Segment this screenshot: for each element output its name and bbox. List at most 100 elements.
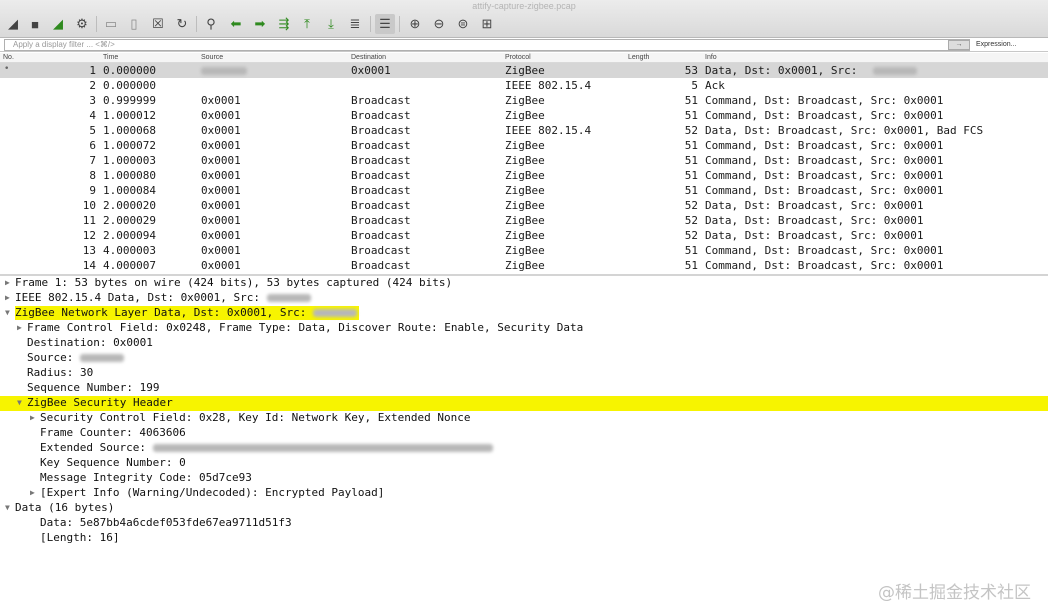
filter-apply-button[interactable]: → [948, 40, 970, 50]
packet-list: • 1 0.000000 0x0001 ZigBee 53 Data, Dst: 0x000… [0, 63, 1048, 273]
tree-item[interactable]: Destination: 0x0001 [0, 336, 1048, 351]
tree-item[interactable]: Extended Source: [0, 441, 1048, 456]
packet-time: 1.000003 [103, 154, 156, 167]
packet-time: 2.000094 [103, 229, 156, 242]
redacted-address [152, 444, 493, 452]
tree-item[interactable]: ▼ ZigBee Network Layer Data, Dst: 0x0001,… [0, 306, 1048, 321]
tree-item[interactable]: Sequence Number: 199 [0, 381, 1048, 396]
tree-item[interactable]: ▶ [Expert Info (Warning/Undecoded): Encry… [0, 486, 1048, 501]
packet-info: Ack [705, 79, 725, 92]
reload-icon[interactable]: ↻ [172, 14, 192, 34]
packet-time: 0.000000 [103, 64, 156, 77]
packet-source: 0x0001 [201, 244, 241, 257]
close-file-icon[interactable]: ☒ [148, 14, 168, 34]
expand-triangle-icon[interactable]: ▼ [5, 501, 10, 515]
table-row[interactable]: 14 4.000007 0x0001 Broadcast ZigBee 51 Command… [0, 258, 1048, 273]
collapse-triangle-icon[interactable]: ▶ [5, 291, 10, 305]
tree-item[interactable]: ▶ IEEE 802.15.4 Data, Dst: 0x0001, Src: [0, 291, 1048, 306]
packet-source: 0x0001 [201, 139, 241, 152]
tree-item[interactable]: Message Integrity Code: 05d7ce93 [0, 471, 1048, 486]
column-header-length[interactable]: Length [628, 54, 649, 61]
column-header-info[interactable]: Info [705, 54, 717, 61]
tree-item[interactable]: Frame Counter: 4063606 [0, 426, 1048, 441]
first-packet-icon[interactable]: ⤒ [297, 14, 317, 34]
packet-info: Data, Dst: Broadcast, Src: 0x0001 [705, 214, 924, 227]
packet-destination: Broadcast [351, 124, 411, 137]
stop-icon[interactable]: ■ [25, 14, 45, 34]
table-row[interactable]: 11 2.000029 0x0001 Broadcast ZigBee 52 Data, D… [0, 213, 1048, 228]
packet-number: 7 [89, 154, 96, 167]
table-row[interactable]: 3 0.999999 0x0001 Broadcast ZigBee 51 Command,… [0, 93, 1048, 108]
packet-info: Command, Dst: Broadcast, Src: 0x0001 [705, 154, 944, 167]
collapse-triangle-icon[interactable]: ▶ [5, 276, 10, 290]
column-header-destination[interactable]: Destination [351, 54, 386, 61]
table-row[interactable]: 5 1.000068 0x0001 Broadcast IEEE 802.15.4 52 D… [0, 123, 1048, 138]
last-packet-icon[interactable]: ⤓ [321, 14, 341, 34]
column-header-protocol[interactable]: Protocol [505, 54, 531, 61]
column-header-source[interactable]: Source [201, 54, 223, 61]
packet-destination: 0x0001 [351, 64, 391, 77]
packet-info: Command, Dst: Broadcast, Src: 0x0001 [705, 109, 944, 122]
expand-triangle-icon[interactable]: ▼ [5, 306, 10, 320]
packet-destination: Broadcast [351, 109, 411, 122]
table-row[interactable]: 12 2.000094 0x0001 Broadcast ZigBee 52 Data, D… [0, 228, 1048, 243]
zoom-in-icon[interactable]: ⊕ [405, 14, 425, 34]
go-to-packet-icon[interactable]: ⇶ [274, 14, 294, 34]
find-icon[interactable]: ⚲ [201, 14, 221, 34]
packet-info: Command, Dst: Broadcast, Src: 0x0001 [705, 94, 944, 107]
tree-item[interactable]: Radius: 30 [0, 366, 1048, 381]
tree-item[interactable]: ▼ Data (16 bytes) [0, 501, 1048, 516]
packet-protocol: ZigBee [505, 109, 545, 122]
packet-source: 0x0001 [201, 259, 241, 272]
table-row[interactable]: 7 1.000003 0x0001 Broadcast ZigBee 51 Command,… [0, 153, 1048, 168]
shark-fin-icon[interactable]: ◢ [3, 14, 23, 34]
tree-item[interactable]: ▼ ZigBee Security Header [0, 396, 1048, 411]
tree-item[interactable]: ▶ Security Control Field: 0x28, Key Id: N… [0, 411, 1048, 426]
table-row[interactable]: 13 4.000003 0x0001 Broadcast ZigBee 51 Command… [0, 243, 1048, 258]
expression-button[interactable]: Expression... [976, 39, 1016, 51]
table-row[interactable]: 9 1.000084 0x0001 Broadcast ZigBee 51 Command,… [0, 183, 1048, 198]
tree-item-label: IEEE 802.15.4 Data, Dst: 0x0001, Src: [15, 291, 313, 305]
open-folder-icon[interactable]: ▭ [101, 14, 121, 34]
colorize-icon[interactable]: ☰ [375, 14, 395, 34]
tree-item-label: Frame Control Field: 0x0248, Frame Type:… [27, 321, 584, 334]
table-row[interactable]: 4 1.000012 0x0001 Broadcast ZigBee 51 Command,… [0, 108, 1048, 123]
zoom-reset-icon[interactable]: ⊜ [453, 14, 473, 34]
table-row[interactable]: 8 1.000080 0x0001 Broadcast ZigBee 51 Command,… [0, 168, 1048, 183]
table-row[interactable]: 10 2.000020 0x0001 Broadcast ZigBee 52 Data, D… [0, 198, 1048, 213]
tree-item[interactable]: Key Sequence Number: 0 [0, 456, 1048, 471]
packet-time: 1.000068 [103, 124, 156, 137]
column-header-time[interactable]: Time [103, 54, 118, 61]
table-row[interactable]: 6 1.000072 0x0001 Broadcast ZigBee 51 Command,… [0, 138, 1048, 153]
column-header-no[interactable]: No. [3, 54, 14, 61]
packet-length: 51 [684, 184, 698, 197]
packet-time: 2.000020 [103, 199, 156, 212]
expand-triangle-icon[interactable]: ▼ [17, 396, 22, 410]
collapse-triangle-icon[interactable]: ▶ [30, 486, 35, 500]
packet-number: 4 [89, 109, 96, 122]
packet-length: 51 [684, 244, 698, 257]
tree-item-label: Data (16 bytes) [15, 501, 115, 514]
tree-item-label: Key Sequence Number: 0 [40, 456, 186, 469]
packet-source: 0x0001 [201, 124, 241, 137]
tree-item[interactable]: Source: [0, 351, 1048, 366]
options-icon[interactable]: ⚙ [72, 14, 92, 34]
tree-item[interactable]: ▶ Frame 1: 53 bytes on wire (424 bits), 5… [0, 276, 1048, 291]
packet-source: 0x0001 [201, 109, 241, 122]
tree-item[interactable]: ▶ Frame Control Field: 0x0248, Frame Type… [0, 321, 1048, 336]
back-icon[interactable]: ⬅ [226, 14, 246, 34]
forward-icon[interactable]: ➡ [250, 14, 270, 34]
tree-item[interactable]: Data: 5e87bb4a6cdef053fde67ea9711d51f3 [0, 516, 1048, 531]
file-icon[interactable]: ▯ [124, 14, 144, 34]
table-row[interactable]: • 1 0.000000 0x0001 ZigBee 53 Data, Dst: 0x000… [0, 63, 1048, 78]
zoom-out-icon[interactable]: ⊖ [429, 14, 449, 34]
packet-destination: Broadcast [351, 244, 411, 257]
collapse-triangle-icon[interactable]: ▶ [17, 321, 22, 335]
restart-icon[interactable]: ◢ [48, 14, 68, 34]
display-filter-input[interactable]: Apply a display filter ... <⌘/> [4, 39, 970, 51]
autoscroll-icon[interactable]: ≣ [345, 14, 365, 34]
resize-columns-icon[interactable]: ⊞ [477, 14, 497, 34]
table-row[interactable]: 2 0.000000 IEEE 802.15.4 5 Ack [0, 78, 1048, 93]
collapse-triangle-icon[interactable]: ▶ [30, 411, 35, 425]
tree-item[interactable]: [Length: 16] [0, 531, 1048, 546]
